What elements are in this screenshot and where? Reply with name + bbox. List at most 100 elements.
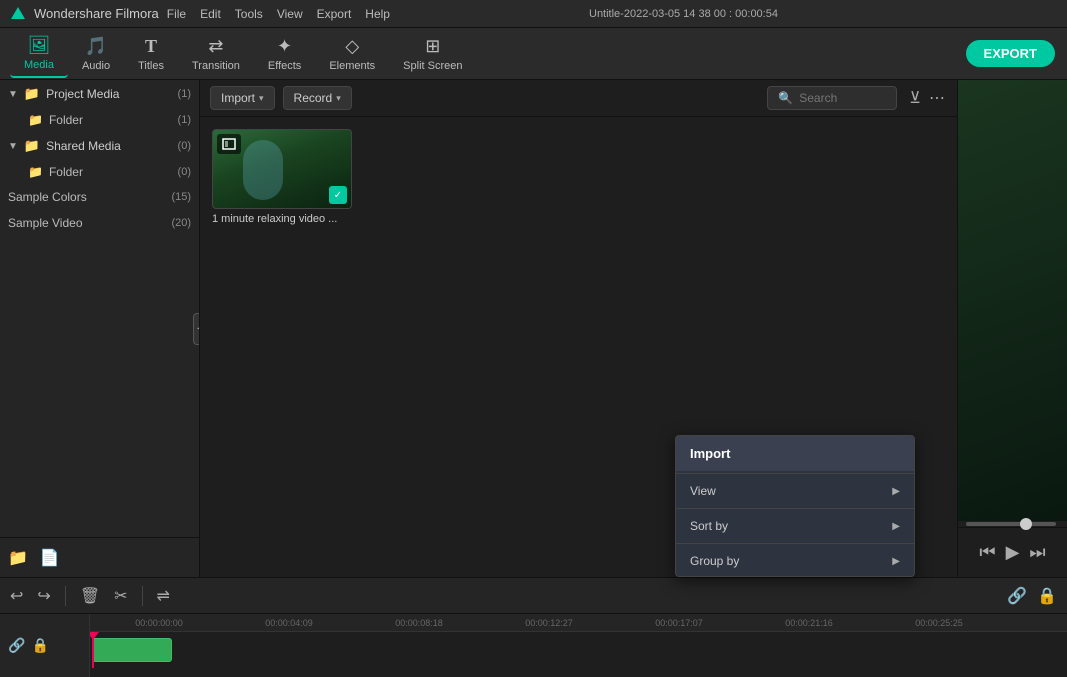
- titlebar-menus: File Edit Tools View Export Help: [167, 7, 390, 21]
- redo-icon[interactable]: ↪: [37, 586, 50, 606]
- project-media-header[interactable]: ▼ 📁 Project Media (1): [0, 80, 199, 108]
- timeline-track: 🔗 🔒 00:00:00:00 00:00:04:09 00:00:08:18 …: [0, 614, 1067, 677]
- context-menu-groupby-label: Group by: [690, 554, 739, 568]
- main-toolbar: 🖼 Media 🎵 Audio T Titles ⇄ Transition ✦ …: [0, 28, 1067, 80]
- track-link-icon[interactable]: 🔗: [8, 637, 25, 654]
- timeline-toolbar: ↩ ↪ 🗑 ✂ ⇌ 🔗 🔒: [0, 578, 1067, 614]
- ruler-mark-0: 00:00:00:00: [94, 618, 224, 628]
- context-menu-groupby[interactable]: Group by ▶: [676, 546, 914, 576]
- context-menu-groupby-arrow: ▶: [892, 556, 900, 567]
- adjust-icon[interactable]: ⇌: [157, 586, 170, 606]
- toolbar-media-label: Media: [24, 59, 54, 71]
- search-input[interactable]: [799, 91, 889, 105]
- timeline-main: 00:00:00:00 00:00:04:09 00:00:08:18 00:0…: [90, 614, 1067, 677]
- content-toolbar: Import ▾ Record ▾ 🔍 ⊻ ⋯: [200, 80, 957, 117]
- import-dropdown-arrow: ▾: [259, 93, 264, 104]
- export-button[interactable]: EXPORT: [966, 40, 1055, 67]
- menu-tools[interactable]: Tools: [235, 7, 263, 21]
- toolbar-splitscreen[interactable]: ⊞ Split Screen: [389, 30, 476, 78]
- context-menu-divider-3: [676, 543, 914, 544]
- media-thumbnail: ✓: [212, 129, 352, 209]
- timeline-clip[interactable]: [92, 638, 172, 662]
- content-area: Import ▾ Record ▾ 🔍 ⊻ ⋯: [200, 80, 957, 577]
- new-file-icon[interactable]: 📄: [40, 548, 60, 568]
- menu-file[interactable]: File: [167, 7, 186, 21]
- timeline-ruler: 00:00:00:00 00:00:04:09 00:00:08:18 00:0…: [90, 614, 1067, 632]
- left-panel-bottom: 📁 📄: [0, 537, 200, 577]
- project-media-section: ▼ 📁 Project Media (1) 📁 Folder (1): [0, 80, 199, 132]
- import-button[interactable]: Import ▾: [210, 86, 275, 110]
- toolbar-audio-label: Audio: [82, 60, 110, 72]
- project-media-folder-label: Folder: [49, 113, 83, 127]
- timeline-area: ↩ ↪ 🗑 ✂ ⇌ 🔗 🔒 🔗 🔒 00:00:00:00 00:00:04:0…: [0, 577, 1067, 677]
- cut-icon[interactable]: ✂: [114, 586, 127, 606]
- filter-icon[interactable]: ⊻: [909, 88, 921, 108]
- preview-play-button[interactable]: ▶: [1006, 542, 1020, 563]
- shared-media-folder-icon2: 📁: [28, 165, 43, 179]
- menu-edit[interactable]: Edit: [200, 7, 221, 21]
- preview-controls: ⏮ ▶ ⏭: [958, 527, 1067, 577]
- project-media-folder[interactable]: 📁 Folder (1): [0, 108, 199, 132]
- sample-video-item[interactable]: Sample Video (20): [0, 210, 199, 236]
- toolbar-effects[interactable]: ✦ Effects: [254, 30, 315, 78]
- toolbar-titles-label: Titles: [138, 60, 164, 72]
- toolbar-transition[interactable]: ⇄ Transition: [178, 30, 254, 78]
- shared-media-count: (0): [178, 140, 191, 152]
- toolbar-audio[interactable]: 🎵 Audio: [68, 30, 124, 78]
- transition-icon: ⇄: [208, 36, 223, 57]
- preview-progress-slider[interactable]: [966, 522, 1056, 526]
- sample-video-label: Sample Video: [8, 216, 171, 230]
- context-menu-sortby[interactable]: Sort by ▶: [676, 511, 914, 541]
- media-icon: 🖼: [28, 35, 51, 56]
- magnet-icon[interactable]: 🔗: [1007, 586, 1027, 606]
- toolbar-titles[interactable]: T Titles: [124, 30, 178, 78]
- context-menu-sortby-arrow: ▶: [892, 521, 900, 532]
- shared-media-folder-count: (0): [178, 166, 191, 178]
- toolbar-media[interactable]: 🖼 Media: [10, 30, 68, 78]
- sample-colors-label: Sample Colors: [8, 190, 171, 204]
- timeline-strip[interactable]: [90, 632, 1067, 668]
- splitscreen-icon: ⊞: [425, 36, 440, 57]
- menu-view[interactable]: View: [277, 7, 303, 21]
- preview-area: [958, 80, 1067, 521]
- elements-icon: ◇: [345, 36, 359, 57]
- media-item-label: 1 minute relaxing video ...: [212, 213, 352, 225]
- shared-media-chevron: ▼: [8, 141, 18, 152]
- preview-next-button[interactable]: ⏭: [1029, 542, 1045, 563]
- left-panel: ▼ 📁 Project Media (1) 📁 Folder (1) ▼ 📁 S…: [0, 80, 200, 577]
- toolbar-elements[interactable]: ◇ Elements: [315, 30, 389, 78]
- undo-icon[interactable]: ↩: [10, 586, 23, 606]
- project-media-chevron: ▼: [8, 89, 18, 100]
- menu-help[interactable]: Help: [365, 7, 390, 21]
- record-dropdown-arrow: ▾: [336, 93, 341, 104]
- delete-icon[interactable]: 🗑: [80, 586, 100, 606]
- toolbar-separator-2: [142, 586, 143, 606]
- sample-video-count: (20): [171, 217, 191, 229]
- context-menu-header: Import: [676, 436, 914, 471]
- effects-icon: ✦: [277, 36, 292, 57]
- sample-colors-item[interactable]: Sample Colors (15): [0, 184, 199, 210]
- menu-export[interactable]: Export: [317, 7, 352, 21]
- track-lock-icon[interactable]: 🔒: [31, 637, 48, 654]
- media-item[interactable]: ✓ 1 minute relaxing video ...: [212, 129, 352, 225]
- record-button[interactable]: Record ▾: [283, 86, 352, 110]
- context-menu-divider-1: [676, 473, 914, 474]
- video-frame-icon: [222, 138, 236, 150]
- window-title: Untitle-2022-03-05 14 38 00 : 00:00:54: [589, 8, 778, 20]
- more-options-icon[interactable]: ⋯: [929, 88, 947, 108]
- playhead[interactable]: [92, 632, 94, 668]
- app-logo: [10, 6, 26, 22]
- new-folder-icon[interactable]: 📁: [8, 548, 28, 568]
- shared-media-section: ▼ 📁 Shared Media (0) 📁 Folder (0): [0, 132, 199, 184]
- shared-media-header[interactable]: ▼ 📁 Shared Media (0): [0, 132, 199, 160]
- project-media-folder-icon: 📁: [24, 86, 40, 102]
- toolbar-elements-label: Elements: [329, 60, 375, 72]
- preview-prev-button[interactable]: ⏮: [979, 542, 995, 563]
- shared-media-folder[interactable]: 📁 Folder (0): [0, 160, 199, 184]
- collapse-panel-button[interactable]: ◀: [193, 313, 200, 345]
- search-box[interactable]: 🔍: [767, 86, 897, 110]
- context-menu: Import View ▶ Sort by ▶ Group by ▶: [675, 435, 915, 577]
- lock-icon[interactable]: 🔒: [1037, 586, 1057, 606]
- record-label: Record: [294, 91, 333, 105]
- context-menu-view[interactable]: View ▶: [676, 476, 914, 506]
